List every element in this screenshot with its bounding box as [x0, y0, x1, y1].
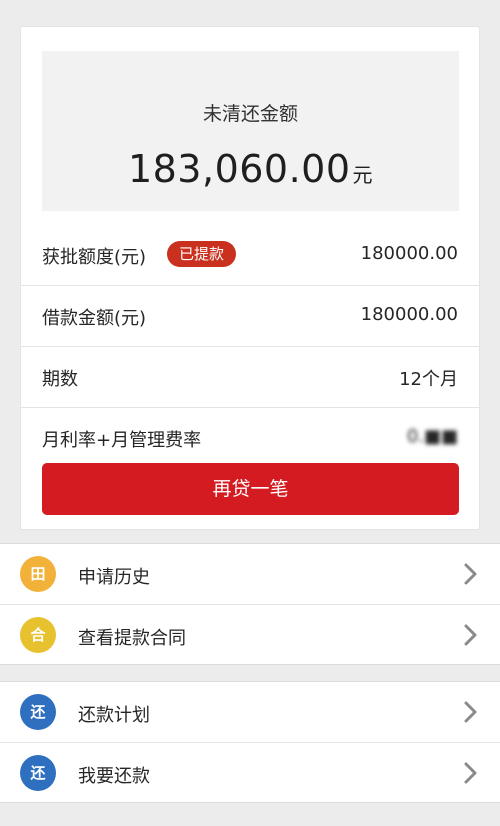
approved-limit-label: 获批额度(元)	[42, 247, 147, 268]
chevron-right-icon	[464, 701, 477, 723]
menu-label: 申请历史	[78, 567, 150, 588]
chevron-right-icon	[464, 762, 477, 784]
chevron-right-icon	[464, 563, 477, 585]
outstanding-label: 未清还金额	[202, 103, 298, 125]
loan-detail-page: 未清还金额 183,060.00 元 获批额度(元) 已提款 180000.00 …	[0, 0, 500, 826]
contract-icon: 合	[20, 617, 56, 653]
rate-value: 0.■■	[406, 426, 458, 447]
menu-group-records: 田 申请历史 合 查看提款合同	[0, 543, 500, 665]
menu-group-repayment: 还 还款计划 还 我要还款	[0, 681, 500, 803]
menu-item-make-repayment[interactable]: 还 我要还款	[0, 742, 500, 802]
outstanding-amount: 183,060.00 元	[42, 147, 459, 191]
repay-icon: 还	[20, 694, 56, 730]
menu-item-view-contract[interactable]: 合 查看提款合同	[0, 604, 500, 664]
borrow-again-button[interactable]: 再贷一笔	[42, 463, 459, 515]
menu-label: 我要还款	[78, 766, 150, 787]
outstanding-summary: 未清还金额 183,060.00 元	[42, 51, 459, 211]
menu-item-application-history[interactable]: 田 申请历史	[0, 544, 500, 604]
rate-row: 月利率+月管理费率 0.■■	[21, 408, 479, 458]
term-row: 期数 12个月	[21, 347, 479, 408]
repay-icon: 还	[20, 755, 56, 791]
loan-amount-label: 借款金额(元)	[42, 308, 147, 329]
chevron-right-icon	[464, 624, 477, 646]
term-label: 期数	[42, 369, 78, 390]
loan-amount-value: 180000.00	[360, 304, 458, 325]
menu-label: 还款计划	[78, 705, 150, 726]
rate-label: 月利率+月管理费率	[42, 430, 202, 451]
approved-limit-row: 获批额度(元) 已提款 180000.00	[21, 225, 479, 286]
loan-amount-row: 借款金额(元) 180000.00	[21, 286, 479, 347]
loan-summary-card: 未清还金额 183,060.00 元 获批额度(元) 已提款 180000.00 …	[20, 26, 480, 530]
withdrawn-status-badge: 已提款	[167, 241, 237, 267]
approved-limit-value: 180000.00	[360, 243, 458, 264]
amount-value: 183,060.00	[127, 147, 351, 191]
menu-item-repayment-plan[interactable]: 还 还款计划	[0, 682, 500, 742]
grid-icon: 田	[20, 556, 56, 592]
menu-label: 查看提款合同	[78, 628, 186, 649]
amount-unit: 元	[352, 163, 374, 187]
term-value: 12个月	[399, 369, 458, 390]
